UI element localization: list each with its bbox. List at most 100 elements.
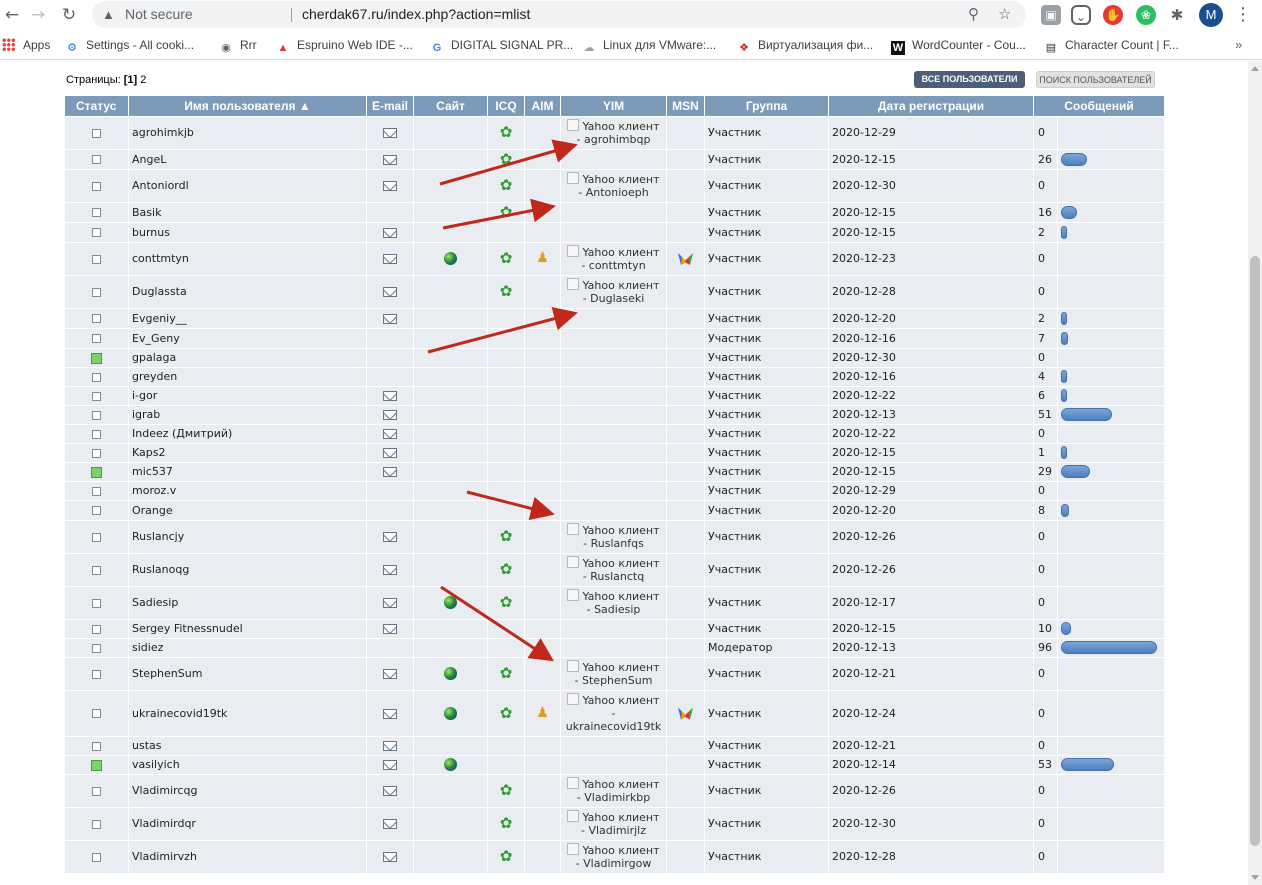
email-icon[interactable] [383,741,397,751]
email-icon[interactable] [383,410,397,420]
menu-icon[interactable]: ⋮ [1234,3,1252,27]
icq-flower-icon[interactable] [500,126,513,139]
search-users-button[interactable]: ПОИСК ПОЛЬЗОВАТЕЛЕЙ [1036,71,1155,88]
scroll-down-icon[interactable] [1251,875,1259,880]
username-link[interactable]: Basik [128,201,367,223]
evernote-icon[interactable]: ❀ [1136,5,1156,25]
msn-butterfly-icon[interactable] [678,253,693,265]
username-link[interactable]: StephenSum [128,656,367,691]
col-msn[interactable]: MSN [666,96,705,116]
more-bookmarks-icon[interactable]: » [1235,37,1242,53]
username-link[interactable]: ukrainecovid19tk [128,689,367,737]
pagination-page-2[interactable]: 2 [140,74,146,86]
icq-flower-icon[interactable] [500,179,513,192]
username-link[interactable]: sidiez [128,637,367,658]
email-icon[interactable] [383,786,397,796]
username-link[interactable]: Antoniordl [128,168,367,203]
email-icon[interactable] [383,227,397,238]
username-link[interactable]: igrab [128,404,367,425]
col-registered[interactable]: Дата регистрации [828,96,1034,116]
email-icon[interactable] [383,708,397,719]
username-link[interactable]: Duglassta [128,274,367,309]
bookmark-item[interactable]: ◉ Rrr [219,37,256,54]
bookmark-item[interactable]: ⚙ Settings - All cooki... [65,37,194,54]
email-icon[interactable] [383,313,397,324]
email-icon[interactable] [383,598,397,608]
email-icon[interactable] [383,852,397,862]
icq-flower-icon[interactable] [500,206,513,219]
forward-icon[interactable]: → [26,3,50,27]
url-text[interactable]: cherdak67.ru/index.php?action=mlist [302,1,530,28]
username-link[interactable]: Evgeniy__ [128,307,367,329]
bookmark-apps[interactable]: Apps [2,37,50,53]
icq-flower-icon[interactable] [500,285,513,298]
username-link[interactable]: Vladimircqg [128,773,367,808]
icq-flower-icon[interactable] [500,667,513,680]
icq-flower-icon[interactable] [500,850,513,863]
username-link[interactable]: Kaps2 [128,442,367,463]
icq-flower-icon[interactable] [500,530,513,543]
email-icon[interactable] [383,391,397,401]
zoom-icon[interactable]: ⚲ [968,1,979,28]
email-icon[interactable] [383,448,397,458]
username-link[interactable]: Sergey Fitnessnudel [128,618,367,639]
aim-running-man-icon[interactable]: ♟ [536,706,549,720]
icq-flower-icon[interactable] [500,563,513,576]
username-link[interactable]: Ev_Geny [128,327,367,349]
bookmark-item[interactable]: G DIGITAL SIGNAL PR... [430,37,574,54]
yim-username[interactable]: Duglaseki [590,292,644,305]
bookmark-item[interactable]: ▤ Character Count | F... [1044,37,1179,54]
col-posts[interactable]: Сообщений [1033,96,1166,116]
website-globe-icon[interactable] [444,252,457,266]
email-icon[interactable] [383,467,397,477]
email-icon[interactable] [383,819,397,829]
email-icon[interactable] [383,128,397,138]
bookmark-item[interactable]: ❖ Виртуализация фи... [737,37,873,54]
username-link[interactable]: burnus [128,221,367,243]
yim-username[interactable]: Vladimirjlz [588,824,646,837]
all-users-button[interactable]: ВСЕ ПОЛЬЗОВАТЕЛИ [914,71,1025,88]
username-link[interactable]: Orange [128,499,367,521]
yim-username[interactable]: Ruslanctq [590,570,644,583]
yim-username[interactable]: conttmtyn [589,259,646,272]
col-aim[interactable]: AIM [524,96,561,116]
col-icq[interactable]: ICQ [487,96,525,116]
vertical-scrollbar[interactable] [1248,61,1262,885]
icq-flower-icon[interactable] [500,784,513,797]
address-bar[interactable]: ▲ Not secure cherdak67.ru/index.php?acti… [92,1,1026,28]
username-link[interactable]: Indeez (Дмитрий) [128,423,367,444]
icq-flower-icon[interactable] [500,153,513,166]
username-link[interactable]: Sadiesip [128,585,367,620]
profile-avatar[interactable]: M [1199,3,1223,27]
star-icon[interactable]: ☆ [998,1,1011,28]
website-globe-icon[interactable] [444,706,457,720]
yim-username[interactable]: Sadiesip [594,603,640,616]
username-link[interactable]: i-gor [128,385,367,406]
col-group[interactable]: Группа [704,96,829,116]
yim-username[interactable]: agrohimbqp [584,133,650,146]
email-icon[interactable] [383,254,397,264]
email-icon[interactable] [383,624,397,634]
username-link[interactable]: vasilyich [128,754,367,775]
username-link[interactable]: ustas [128,735,367,756]
username-link[interactable]: AngeL [128,148,367,170]
col-username[interactable]: Имя пользователя ▲ [128,96,367,116]
col-email[interactable]: E-mail [366,96,414,116]
username-link[interactable]: moroz.v [128,480,367,501]
username-link[interactable]: Vladimirdqr [128,806,367,841]
email-icon[interactable] [383,287,397,297]
yim-username[interactable]: Ruslanfqs [591,537,644,550]
username-link[interactable]: Vladimirvzh [128,839,367,874]
scroll-thumb[interactable] [1250,256,1260,846]
email-icon[interactable] [383,669,397,679]
puzzle-icon[interactable]: ✱ [1167,5,1187,25]
email-icon[interactable] [383,760,397,770]
bookmark-item[interactable]: ▲ Espruino Web IDE -... [276,37,413,54]
back-icon[interactable]: ← [0,3,24,27]
reload-icon[interactable]: ↻ [57,3,81,27]
adblock-icon[interactable]: ✋ [1103,5,1123,25]
website-globe-icon[interactable] [444,596,457,610]
username-link[interactable]: agrohimkjb [128,115,367,150]
email-icon[interactable] [383,154,397,165]
email-icon[interactable] [383,532,397,542]
